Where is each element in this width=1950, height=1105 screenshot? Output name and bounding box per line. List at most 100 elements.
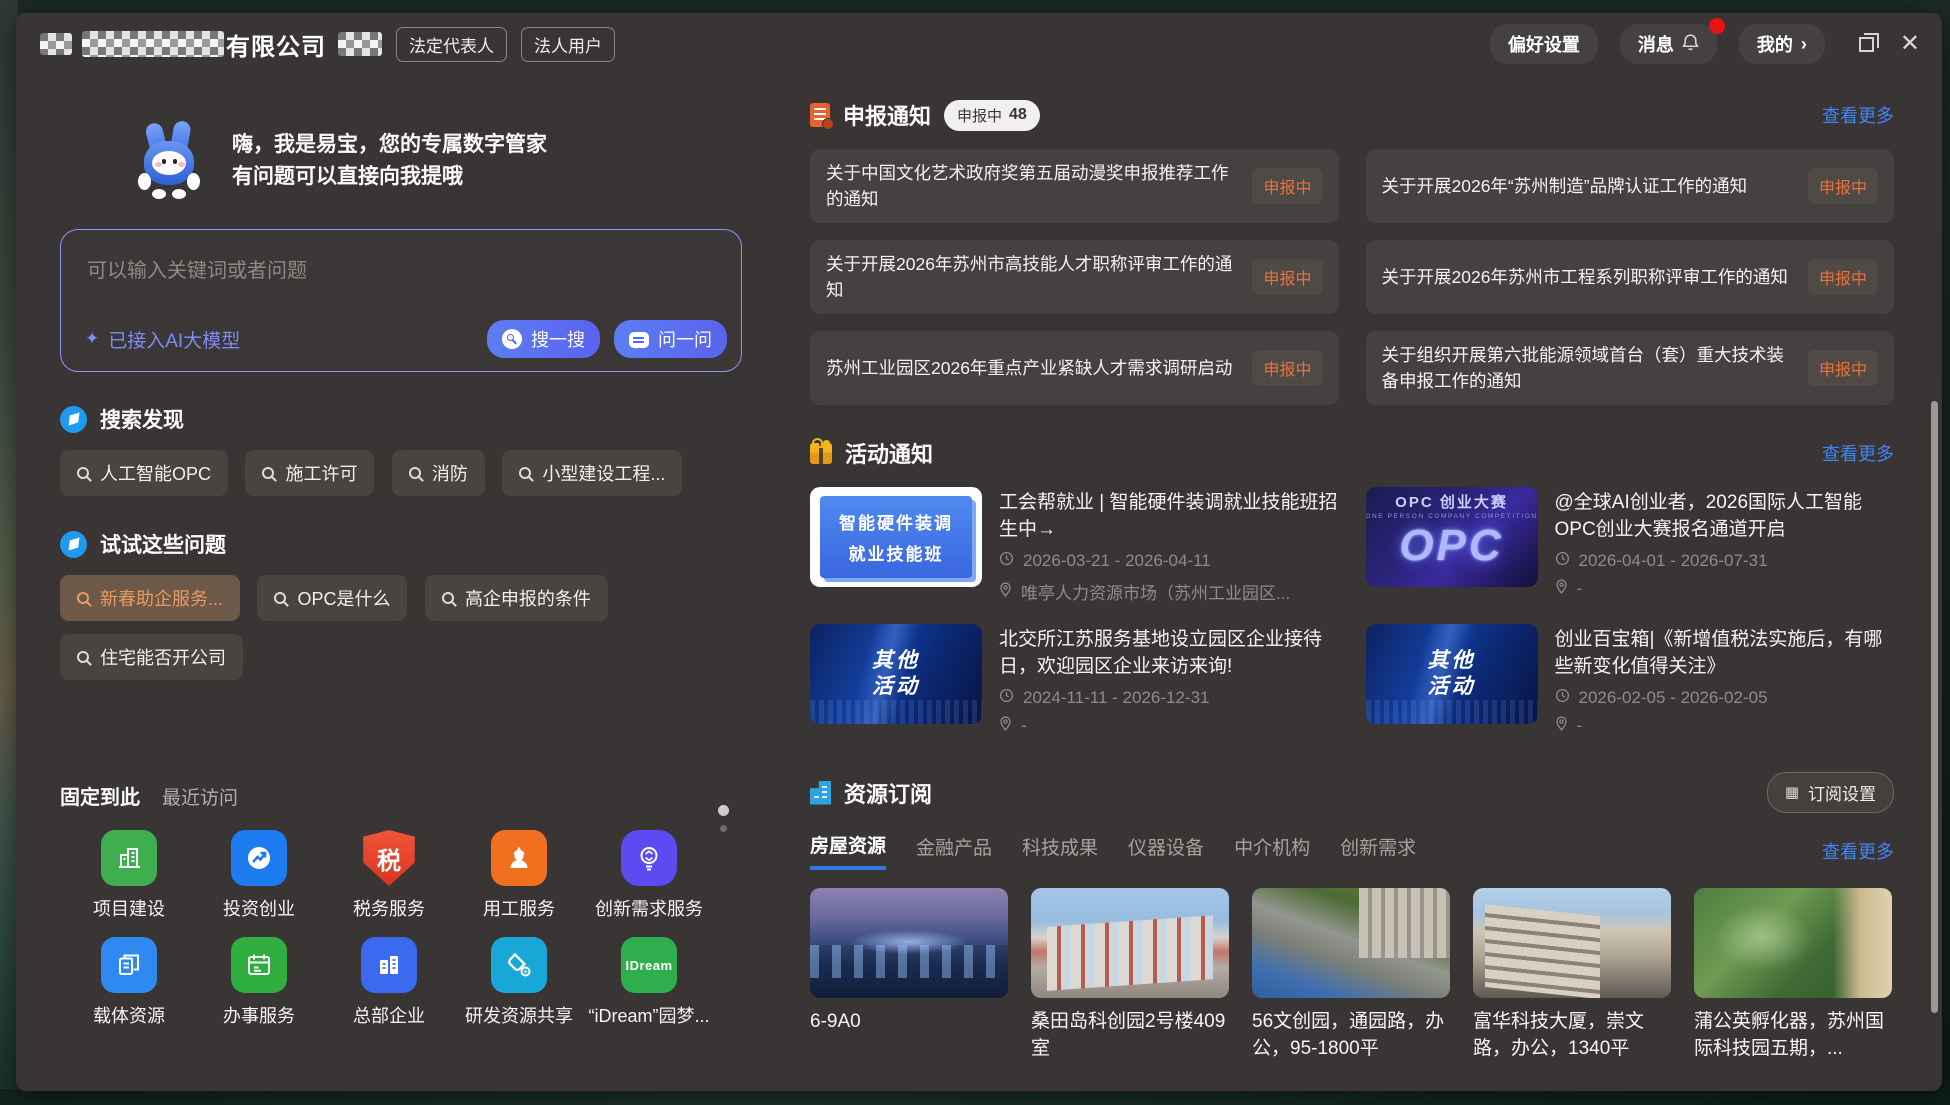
activity-thumbnail: 其他 活动 — [810, 624, 982, 724]
tab-financial-products[interactable]: 金融产品 — [916, 833, 992, 868]
messages-button[interactable]: 消息 — [1620, 24, 1717, 64]
status-badge: 申报中 — [1252, 259, 1322, 295]
search-icon — [77, 592, 89, 604]
location-pin-icon — [999, 582, 1012, 602]
chat-bubble-icon — [629, 332, 649, 348]
app-carrier-resources[interactable]: 载体资源 — [64, 937, 194, 1028]
app-rd-resource-sharing[interactable]: 研发资源共享 — [454, 937, 584, 1028]
app-project-construction[interactable]: 项目建设 — [64, 830, 194, 921]
tab-innovation-demand[interactable]: 创新需求 — [1340, 833, 1416, 868]
declare-see-more-link[interactable]: 查看更多 — [1822, 102, 1894, 128]
section-title: 申报通知 — [843, 99, 931, 131]
app-window: 有限公司 法定代表人 法人用户 偏好设置 消息 我的 › ✕ — [16, 13, 1942, 1091]
building-icon — [101, 830, 157, 886]
declare-status-pill[interactable]: 申报中 48 — [944, 100, 1040, 131]
app-idream-park[interactable]: IDream “iDream”园梦... — [584, 937, 714, 1028]
notice-card[interactable]: 关于开展2026年苏州市高技能人才职称评审工作的通知 申报中 — [810, 240, 1339, 314]
resource-card[interactable]: 富华科技大厦，崇文路，办公，1340平 — [1473, 888, 1671, 1062]
activity-card[interactable]: 其他 活动 北交所江苏服务基地设立园区企业接待日，欢迎园区企业来访来询! 202… — [810, 624, 1339, 736]
tax-shield-icon: 税 — [361, 830, 417, 886]
resource-photo — [1031, 888, 1229, 998]
activity-card[interactable]: 智能硬件装调 就业技能班 工会帮就业 | 智能硬件装调就业技能班招生中→ 202… — [810, 487, 1339, 604]
resource-photo — [1252, 888, 1450, 998]
clock-icon — [1555, 688, 1570, 708]
search-icon — [77, 651, 89, 663]
resource-card[interactable]: 桑田岛科创园2号楼409室 — [1031, 888, 1229, 1062]
app-grid-pagination[interactable] — [718, 805, 729, 832]
sparkle-icon: ✦ — [85, 329, 99, 349]
notice-card[interactable]: 关于中国文化艺术政府奖第五届动漫奖申报推荐工作的通知 申报中 — [810, 149, 1339, 223]
app-innovation-demand[interactable]: 创新需求服务 — [584, 830, 714, 921]
censored-badge-block — [338, 32, 382, 56]
notice-grid: 关于中国文化艺术政府奖第五届动漫奖申报推荐工作的通知 申报中 关于开展2026年… — [810, 149, 1894, 405]
tab-tech-achievements[interactable]: 科技成果 — [1022, 833, 1098, 868]
discover-chip[interactable]: 小型建设工程... — [502, 450, 682, 496]
search-icon — [519, 467, 531, 479]
discover-chip[interactable]: 消防 — [392, 450, 485, 496]
window-restore-icon[interactable] — [1859, 37, 1874, 52]
resource-cards: 6-9A0 桑田岛科创园2号楼409室 56文创园，通园路，办公，95-1800… — [810, 888, 1894, 1062]
discover-chips: 人工智能OPC 施工许可 消防 小型建设工程... — [60, 450, 746, 509]
assistant-search-card[interactable]: 可以输入关键词或者问题 ✦ 已接入AI大模型 搜一搜 问一问 — [60, 229, 742, 372]
pin-here-label[interactable]: 固定到此 — [60, 781, 140, 810]
question-chip[interactable]: 高企申报的条件 — [425, 575, 608, 621]
ask-button[interactable]: 问一问 — [614, 320, 727, 358]
notice-card[interactable]: 关于开展2026年“苏州制造”品牌认证工作的通知 申报中 — [1366, 149, 1895, 223]
resource-card[interactable]: 56文创园，通园路，办公，95-1800平 — [1252, 888, 1450, 1062]
chevron-right-icon: › — [1801, 34, 1807, 55]
app-employment-service[interactable]: 用工服务 — [454, 830, 584, 921]
activity-see-more-link[interactable]: 查看更多 — [1822, 440, 1894, 466]
tab-housing-resources[interactable]: 房屋资源 — [810, 831, 886, 870]
titlebar: 有限公司 法定代表人 法人用户 偏好设置 消息 我的 › ✕ — [16, 13, 1942, 75]
search-input[interactable]: 可以输入关键词或者问题 — [87, 254, 307, 283]
pagination-dot[interactable] — [720, 825, 727, 832]
censored-company-name-block — [82, 31, 224, 57]
question-chip[interactable]: 住宅能否开公司 — [60, 634, 243, 680]
resource-photo — [1694, 888, 1892, 998]
tab-instruments[interactable]: 仪器设备 — [1128, 833, 1204, 868]
search-icon — [442, 592, 454, 604]
status-badge: 申报中 — [1808, 259, 1878, 295]
pagination-dot-active[interactable] — [718, 805, 729, 816]
section-title: 试试这些问题 — [100, 529, 226, 559]
activity-thumbnail: OPC 创业大赛 ONE PERSON COMPANY COMPETITION … — [1366, 487, 1538, 587]
notice-card[interactable]: 苏州工业园区2026年重点产业紧缺人才需求调研启动 申报中 — [810, 331, 1339, 405]
app-headquarters-enterprise[interactable]: 总部企业 — [324, 937, 454, 1028]
activity-card[interactable]: OPC 创业大赛 ONE PERSON COMPANY COMPETITION … — [1366, 487, 1895, 604]
discover-chip[interactable]: 施工许可 — [245, 450, 374, 496]
desktop-wallpaper-bottom — [0, 1089, 1950, 1105]
calendar-icon — [231, 937, 287, 993]
question-chip[interactable]: OPC是什么 — [257, 575, 407, 621]
idream-icon: IDream — [621, 937, 677, 993]
resources-see-more-link[interactable]: 查看更多 — [1822, 838, 1894, 864]
section-title: 资源订阅 — [844, 777, 932, 809]
window-close-icon[interactable]: ✕ — [1900, 32, 1920, 56]
notice-card[interactable]: 关于组织开展第六批能源领域首台（套）重大技术装备申报工作的通知 申报中 — [1366, 331, 1895, 405]
right-column: 申报通知 申报中 48 查看更多 关于中国文化艺术政府奖第五届动漫奖申报推荐工作… — [810, 75, 1894, 1062]
section-title: 搜索发现 — [100, 404, 184, 434]
resource-card[interactable]: 蒲公英孵化器，苏州国际科技园五期，... — [1694, 888, 1892, 1062]
resource-card[interactable]: 6-9A0 — [810, 888, 1008, 1062]
app-tax-service[interactable]: 税 税务服务 — [324, 830, 454, 921]
declare-status-count: 48 — [1009, 106, 1027, 124]
compass-icon — [60, 531, 87, 558]
app-affairs-service[interactable]: 办事服务 — [194, 937, 324, 1028]
resource-photo — [810, 888, 1008, 998]
scrollbar-thumb[interactable] — [1931, 401, 1938, 1013]
search-icon — [274, 592, 286, 604]
gift-icon — [810, 443, 832, 464]
recent-visits-label[interactable]: 最近访问 — [162, 783, 238, 810]
subscription-settings-button[interactable]: ▦ 订阅设置 — [1767, 772, 1894, 813]
discover-chip[interactable]: 人工智能OPC — [60, 450, 228, 496]
preferences-button[interactable]: 偏好设置 — [1490, 24, 1598, 64]
status-badge: 申报中 — [1252, 350, 1322, 386]
tab-intermediaries[interactable]: 中介机构 — [1234, 833, 1310, 868]
question-chip-highlighted[interactable]: 新春助企服务... — [60, 575, 240, 621]
notice-card[interactable]: 关于开展2026年苏州市工程系列职称评审工作的通知 申报中 — [1366, 240, 1895, 314]
activity-card[interactable]: 其他 活动 创业百宝箱|《新增值税法实施后，有哪些新变化值得关注》 2026-0… — [1366, 624, 1895, 736]
my-account-button[interactable]: 我的 › — [1739, 24, 1825, 64]
status-badge: 申报中 — [1808, 168, 1878, 204]
trend-arrow-icon — [231, 830, 287, 886]
search-button[interactable]: 搜一搜 — [487, 320, 600, 358]
app-investment-startup[interactable]: 投资创业 — [194, 830, 324, 921]
